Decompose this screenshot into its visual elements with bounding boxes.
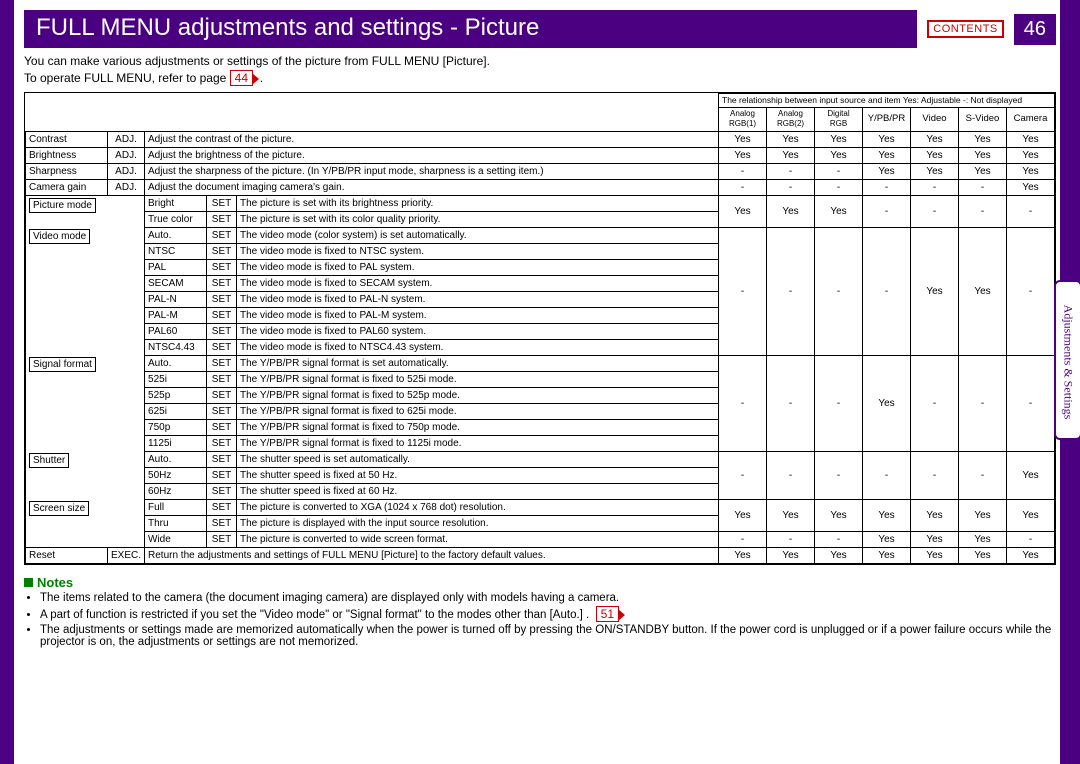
sub-desc: The picture is converted to wide screen … — [237, 531, 719, 547]
notes-heading: Notes — [24, 575, 1056, 590]
item-name: Sharpness — [26, 163, 108, 179]
col-header: Camera — [1007, 108, 1055, 132]
sub-desc: The video mode is fixed to NTSC4.43 syst… — [237, 339, 719, 355]
content-area: FULL MENU adjustments and settings - Pic… — [14, 0, 1060, 764]
sub-desc: The video mode is fixed to NTSC system. — [237, 243, 719, 259]
col-header: Video — [911, 108, 959, 132]
page-title: FULL MENU adjustments and settings - Pic… — [24, 10, 917, 48]
col-header: Analog RGB(2) — [767, 108, 815, 132]
sub-desc: The picture is set with its brightness p… — [237, 195, 719, 211]
side-tab[interactable]: Adjustments & Settings — [1054, 280, 1080, 440]
side-tab-label: Adjustments & Settings — [1061, 305, 1076, 420]
intro-line1: You can make various adjustments or sett… — [24, 54, 1056, 68]
group-item: Signal format — [26, 355, 145, 451]
item-desc: Adjust the sharpness of the picture. (In… — [145, 163, 719, 179]
note-item: A part of function is restricted if you … — [40, 606, 1056, 622]
notes-list: The items related to the camera (the doc… — [40, 592, 1056, 648]
col-header: S-Video — [959, 108, 1007, 132]
title-bar: FULL MENU adjustments and settings - Pic… — [24, 10, 1056, 48]
sub-desc: The shutter speed is set automatically. — [237, 451, 719, 467]
page-ref-51[interactable]: 51 — [596, 606, 619, 622]
legend: The relationship between input source an… — [719, 94, 1055, 108]
intro-line2: To operate FULL MENU, refer to page 44 . — [24, 70, 1056, 86]
sub-desc: The video mode is fixed to PAL system. — [237, 259, 719, 275]
sub-desc: The picture is set with its color qualit… — [237, 211, 719, 227]
sub-desc: The Y/PB/PR signal format is fixed to 52… — [237, 387, 719, 403]
item-desc: Adjust the document imaging camera's gai… — [145, 179, 719, 195]
item-name: Contrast — [26, 131, 108, 147]
settings-table-wrap: The relationship between input source an… — [24, 92, 1056, 565]
settings-table: The relationship between input source an… — [25, 93, 1055, 564]
group-item: Picture mode — [26, 195, 145, 227]
col-header: Digital RGB — [815, 108, 863, 132]
sub-desc: The Y/PB/PR signal format is set automat… — [237, 355, 719, 371]
sub-desc: The video mode (color system) is set aut… — [237, 227, 719, 243]
right-stripe: Adjustments & Settings — [1060, 0, 1080, 764]
group-item: Video mode — [26, 227, 145, 355]
group-item: Screen size — [26, 499, 145, 547]
note-item: The adjustments or settings made are mem… — [40, 624, 1056, 648]
item-desc: Adjust the brightness of the picture. — [145, 147, 719, 163]
item-name: Camera gain — [26, 179, 108, 195]
item-desc: Adjust the contrast of the picture. — [145, 131, 719, 147]
group-item: Shutter — [26, 451, 145, 499]
sub-desc: The Y/PB/PR signal format is fixed to 75… — [237, 419, 719, 435]
reset-desc: Return the adjustments and settings of F… — [145, 547, 719, 563]
sub-desc: The video mode is fixed to PAL60 system. — [237, 323, 719, 339]
page-number: 46 — [1014, 14, 1056, 45]
contents-button[interactable]: CONTENTS — [927, 20, 1004, 38]
sub-desc: The Y/PB/PR signal format is fixed to 11… — [237, 435, 719, 451]
page-ref-44[interactable]: 44 — [230, 70, 253, 86]
left-stripe — [0, 0, 14, 764]
sub-desc: The picture is displayed with the input … — [237, 515, 719, 531]
intro-text: To operate FULL MENU, refer to page — [24, 71, 226, 85]
sub-desc: The video mode is fixed to PAL-N system. — [237, 291, 719, 307]
sub-desc: The Y/PB/PR signal format is fixed to 52… — [237, 371, 719, 387]
sub-desc: The shutter speed is fixed at 50 Hz. — [237, 467, 719, 483]
sub-desc: The shutter speed is fixed at 60 Hz. — [237, 483, 719, 499]
col-header: Analog RGB(1) — [719, 108, 767, 132]
item-name: Brightness — [26, 147, 108, 163]
page: FULL MENU adjustments and settings - Pic… — [0, 0, 1080, 764]
sub-desc: The video mode is fixed to SECAM system. — [237, 275, 719, 291]
sub-desc: The Y/PB/PR signal format is fixed to 62… — [237, 403, 719, 419]
col-header: Y/PB/PR — [863, 108, 911, 132]
sub-desc: The picture is converted to XGA (1024 x … — [237, 499, 719, 515]
sub-desc: The video mode is fixed to PAL-M system. — [237, 307, 719, 323]
note-item: The items related to the camera (the doc… — [40, 592, 1056, 604]
